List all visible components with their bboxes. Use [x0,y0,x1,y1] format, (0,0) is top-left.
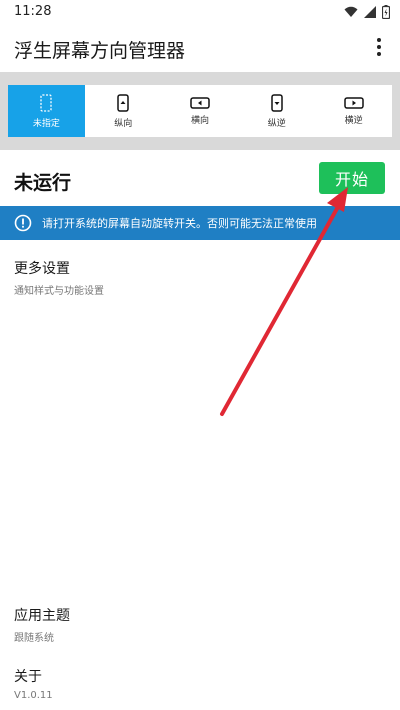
warning-text: 请打开系统的屏幕自动旋转开关。否则可能无法正常使用 [42,217,317,230]
mode-label: 未指定 [32,118,60,129]
more-options-icon[interactable] [366,34,392,60]
app-title: 浮生屏幕方向管理器 [14,40,186,62]
mode-unspecified[interactable]: 未指定 [8,85,85,137]
more-settings-item[interactable]: 更多设置 通知样式与功能设置 [14,258,104,297]
orientation-mode-strip: 未指定 纵向 横向 纵逆 横逆 [8,85,392,137]
about-item[interactable]: 关于 V1.0.11 [14,666,53,701]
setting-subtitle: 跟随系统 [14,633,54,644]
mode-label: 横向 [190,115,209,126]
mode-label: 纵向 [114,118,133,129]
setting-title: 更多设置 [14,261,70,277]
wifi-icon [344,6,358,17]
status-time: 11:28 [14,4,52,19]
reverse-landscape-icon [343,96,364,109]
mode-landscape[interactable]: 横向 [162,85,239,137]
landscape-icon [190,96,210,109]
signal-icon [364,6,376,18]
app-bar: 浮生屏幕方向管理器 [0,24,400,70]
info-icon [14,214,32,232]
reverse-portrait-icon [271,93,283,112]
status-icons [344,5,390,19]
mode-reverse-portrait[interactable]: 纵逆 [238,85,315,137]
setting-title: 关于 [14,669,42,685]
setting-subtitle: 通知样式与功能设置 [14,286,104,297]
auto-rotate-warning-banner[interactable]: 请打开系统的屏幕自动旋转开关。否则可能无法正常使用 [0,206,400,240]
unspecified-icon [40,93,53,112]
service-state: 未运行 [14,172,72,194]
mode-reverse-landscape[interactable]: 横逆 [315,85,392,137]
setting-title: 应用主题 [14,608,70,624]
orientation-panel: 未指定 纵向 横向 纵逆 横逆 [0,72,400,150]
start-button[interactable]: 开始 [319,162,385,194]
battery-icon [382,5,390,19]
mode-portrait[interactable]: 纵向 [85,85,162,137]
mode-label: 横逆 [344,115,363,126]
portrait-icon [117,93,129,112]
mode-label: 纵逆 [267,118,286,129]
status-bar: 11:28 [0,0,400,24]
app-theme-item[interactable]: 应用主题 跟随系统 [14,605,70,644]
setting-subtitle: V1.0.11 [14,690,53,701]
